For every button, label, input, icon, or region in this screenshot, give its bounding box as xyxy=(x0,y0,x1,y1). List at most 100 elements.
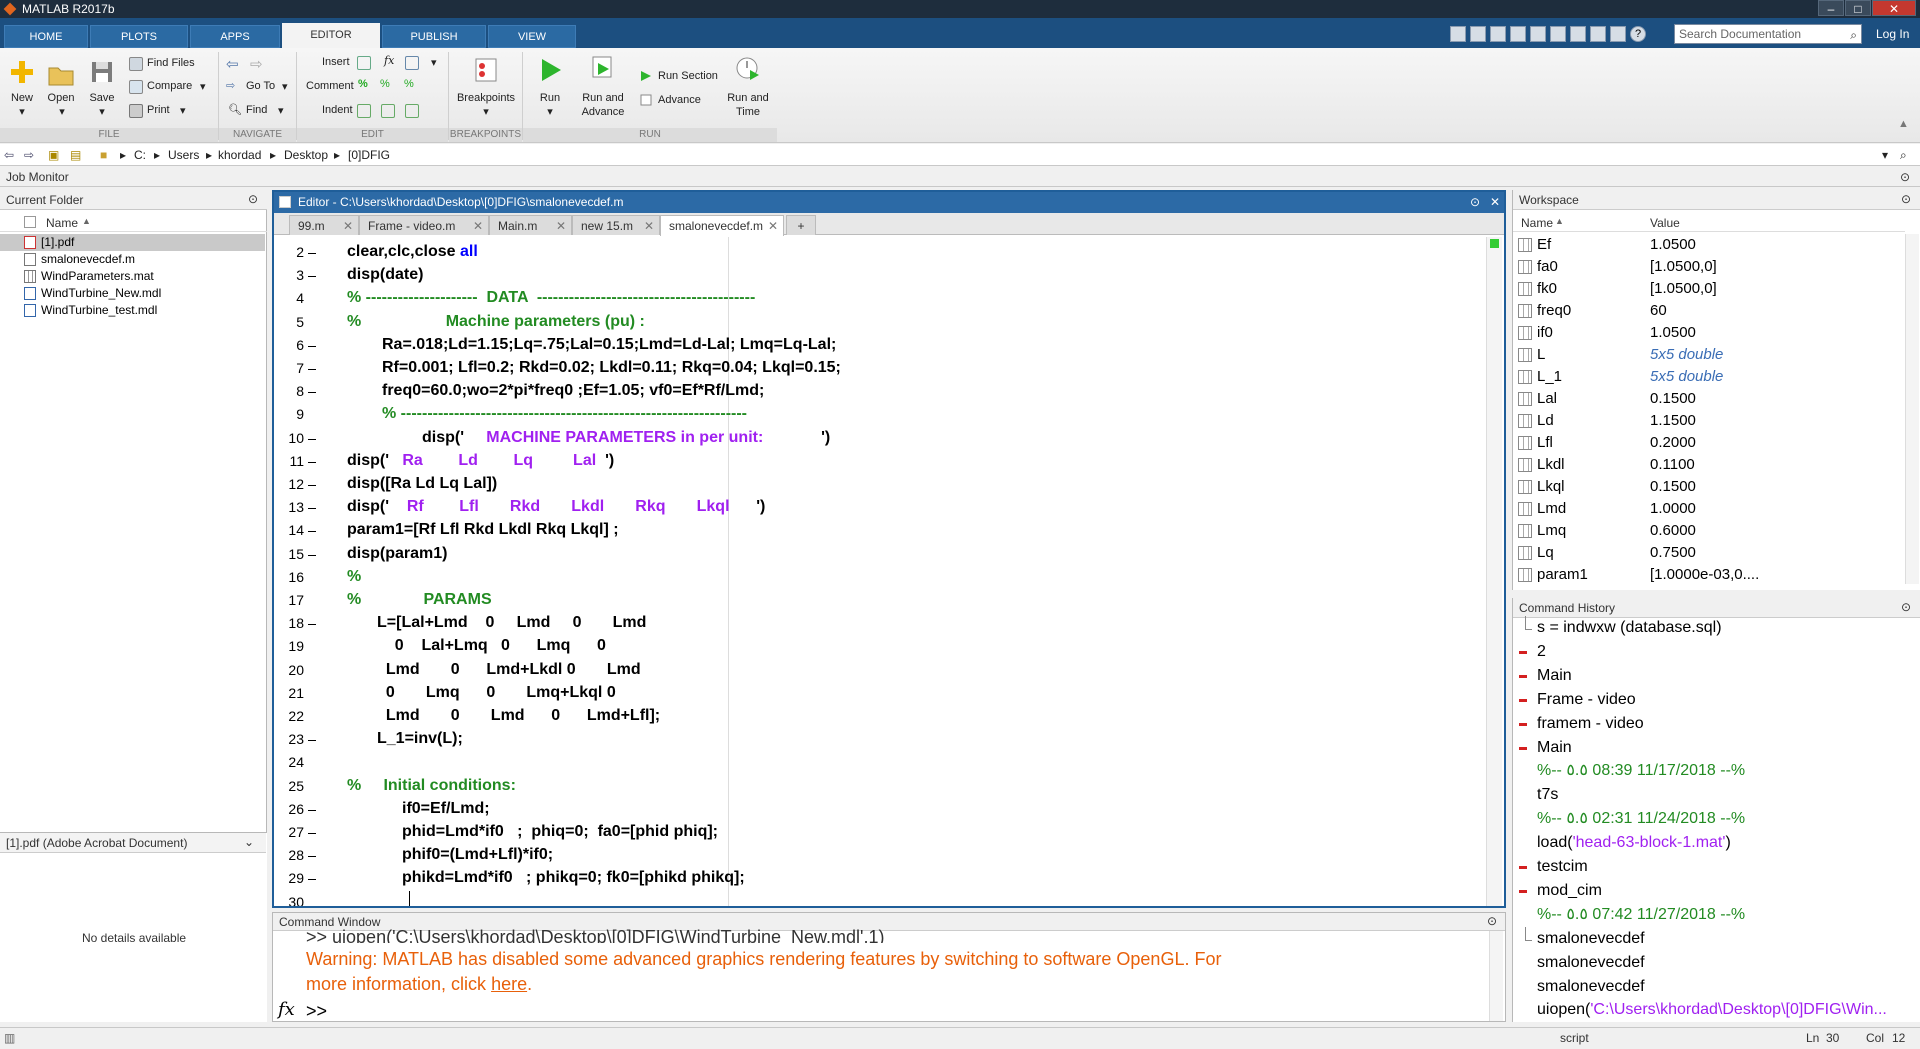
workspace-variable-row[interactable]: Lmd 1.0000 xyxy=(1513,498,1905,520)
workspace-variable-row[interactable]: Lkdl 0.1100 xyxy=(1513,454,1905,476)
workspace-variable-row[interactable]: L_1 5x5 double xyxy=(1513,366,1905,388)
history-item[interactable]: load('head-63-block-1.mat') xyxy=(1513,831,1913,855)
forward-arrow-icon[interactable]: ⇨ xyxy=(250,55,263,73)
workspace-variable-row[interactable]: Ld 1.1500 xyxy=(1513,410,1905,432)
history-menu-icon[interactable]: ⊙ xyxy=(1901,600,1911,614)
code-line[interactable]: phikd=Lmd*if0 ; phikq=0; fk0=[phikd phik… xyxy=(402,869,745,887)
increase-indent-icon[interactable] xyxy=(381,104,395,118)
tab-publish[interactable]: PUBLISH xyxy=(382,25,486,48)
back-icon[interactable]: ⇦ xyxy=(4,148,14,162)
paste-icon[interactable] xyxy=(1530,26,1546,42)
editor-scrollbar[interactable] xyxy=(1486,237,1502,906)
insert-function-icon[interactable]: fx xyxy=(384,54,394,67)
address-search-icon[interactable]: ⌕ xyxy=(1900,148,1907,163)
decrease-indent-icon[interactable] xyxy=(405,104,419,118)
run-and-time-label-1[interactable]: Run and xyxy=(722,92,774,104)
go-to-button[interactable]: Go To xyxy=(246,80,275,92)
command-window-scrollbar[interactable] xyxy=(1489,931,1503,1021)
history-item[interactable]: %-- ٥.٥ 07:42 11/27/2018 --% xyxy=(1513,903,1913,927)
open-button[interactable]: Open xyxy=(44,92,78,104)
history-item[interactable]: Main xyxy=(1513,736,1913,760)
workspace-variable-row[interactable]: fk0 [1.0500,0] xyxy=(1513,278,1905,300)
open-dropdown-icon[interactable]: ▾ xyxy=(50,105,74,118)
code-line[interactable]: phid=Lmd*if0 ; phiq=0; fa0=[phid phiq]; xyxy=(402,823,718,841)
maximize-button[interactable]: □ xyxy=(1845,0,1871,16)
code-line[interactable]: disp(' Rf Lfl Rkd Lkdl Rkq Lkql ') xyxy=(347,498,765,516)
history-item[interactable]: smalonevecdef xyxy=(1513,975,1913,999)
panel-menu-icon[interactable]: ⊙ xyxy=(248,192,258,206)
history-item[interactable]: smalonevecdef xyxy=(1513,951,1913,975)
command-window-menu-icon[interactable]: ⊙ xyxy=(1487,914,1497,928)
editor-tab-active[interactable]: smalonevecdef.m ✕ xyxy=(660,215,784,236)
run-and-time-label-2[interactable]: Time xyxy=(722,106,774,118)
code-line[interactable]: Lmd 0 Lmd 0 Lmd+Lfl]; xyxy=(377,707,660,725)
close-window-button[interactable]: ✕ xyxy=(1872,0,1916,16)
help-icon[interactable]: ? xyxy=(1630,26,1646,42)
executable-line-marker[interactable] xyxy=(308,345,316,347)
smart-indent-icon[interactable] xyxy=(357,104,371,118)
workspace-variable-row[interactable]: Lmq 0.6000 xyxy=(1513,520,1905,542)
code-line[interactable]: disp(param1) xyxy=(347,545,447,563)
workspace-variable-row[interactable]: L 5x5 double xyxy=(1513,344,1905,366)
executable-line-marker[interactable] xyxy=(308,856,316,858)
breadcrumb-desktop[interactable]: Desktop xyxy=(284,148,328,162)
editor-menu-icon[interactable]: ⊙ xyxy=(1470,192,1480,213)
uncomment-icon[interactable]: % xyxy=(380,78,390,90)
new-dropdown-icon[interactable]: ▾ xyxy=(10,105,34,118)
editor-tab[interactable]: new 15.m ✕ xyxy=(572,215,660,235)
code-line[interactable]: % Machine parameters (pu) : xyxy=(347,313,645,331)
switch-windows-icon[interactable] xyxy=(1590,26,1606,42)
file-item[interactable]: WindParameters.mat xyxy=(0,268,265,285)
go-to-dropdown-icon[interactable]: ▾ xyxy=(282,80,288,93)
history-item[interactable]: framem - video xyxy=(1513,712,1913,736)
file-item[interactable]: smalonevecdef.m xyxy=(0,251,265,268)
executable-line-marker[interactable] xyxy=(308,833,316,834)
cut-icon[interactable] xyxy=(1490,26,1506,42)
undo-icon[interactable] xyxy=(1550,26,1566,42)
tab-close-icon[interactable]: ✕ xyxy=(644,216,654,236)
wrap-comment-icon[interactable]: % xyxy=(404,78,414,90)
executable-line-marker[interactable] xyxy=(308,392,316,394)
compare-dropdown-icon[interactable]: ▾ xyxy=(200,80,206,93)
new-tab-button[interactable]: + xyxy=(786,215,816,235)
file-item[interactable]: [1].pdf xyxy=(0,234,265,251)
workspace-variable-row[interactable]: freq0 60 xyxy=(1513,300,1905,322)
forward-icon[interactable]: ⇨ xyxy=(24,148,34,162)
workspace-column-header[interactable]: Name ▲ Value xyxy=(1513,214,1905,232)
code-line[interactable]: clear,clc,close all xyxy=(347,243,478,261)
new-icon[interactable] xyxy=(8,58,36,86)
tab-close-icon[interactable]: ✕ xyxy=(556,216,566,236)
workspace-variable-row[interactable]: Lkql 0.1500 xyxy=(1513,476,1905,498)
workspace-menu-icon[interactable]: ⊙ xyxy=(1901,192,1911,206)
code-line[interactable]: disp(date) xyxy=(347,266,423,284)
code-line[interactable]: % Initial conditions: xyxy=(347,777,516,795)
code-line[interactable]: if0=Ef/Lmd; xyxy=(402,800,490,818)
history-item[interactable]: uiopen('C:\Users\khordad\Desktop\[0]DFIG… xyxy=(1513,998,1913,1022)
history-item[interactable]: Main xyxy=(1513,664,1913,688)
insert-table-icon[interactable] xyxy=(405,56,419,70)
browse-folder-icon[interactable]: ▤ xyxy=(70,148,81,162)
breakpoints-button[interactable]: Breakpoints xyxy=(452,92,520,104)
open-folder-icon[interactable] xyxy=(47,60,75,88)
run-and-advance-label-1[interactable]: Run and xyxy=(578,92,628,104)
run-dropdown-icon[interactable]: ▾ xyxy=(538,105,562,118)
editor-close-icon[interactable]: ✕ xyxy=(1490,192,1500,213)
search-icon[interactable]: ⌕ xyxy=(1850,26,1857,44)
code-line[interactable]: param1=[Rf Lfl Rkd Lkdl Rkq Lkql] ; xyxy=(347,521,619,539)
comment-icon[interactable]: % xyxy=(358,78,368,90)
redo-icon[interactable] xyxy=(1570,26,1586,42)
code-line[interactable]: disp(' Ra Ld Lq Lal ') xyxy=(347,452,614,470)
compare-button[interactable]: Compare xyxy=(147,80,192,92)
run-and-time-icon[interactable] xyxy=(734,54,762,82)
code-line[interactable]: Lmd 0 Lmd+Lkdl 0 Lmd xyxy=(377,661,641,679)
tab-close-icon[interactable]: ✕ xyxy=(768,216,778,236)
print-dropdown-icon[interactable]: ▾ xyxy=(180,104,186,117)
executable-line-marker[interactable] xyxy=(308,740,316,742)
fx-icon[interactable]: fx xyxy=(278,999,295,1020)
workspace-variable-row[interactable]: Lal 0.1500 xyxy=(1513,388,1905,410)
up-folder-icon[interactable]: ▣ xyxy=(48,148,59,162)
breadcrumb-users[interactable]: Users xyxy=(168,148,199,162)
tab-home[interactable]: HOME xyxy=(4,25,88,48)
workspace-scrollbar[interactable] xyxy=(1905,234,1919,584)
history-item[interactable]: mod_cim xyxy=(1513,879,1913,903)
